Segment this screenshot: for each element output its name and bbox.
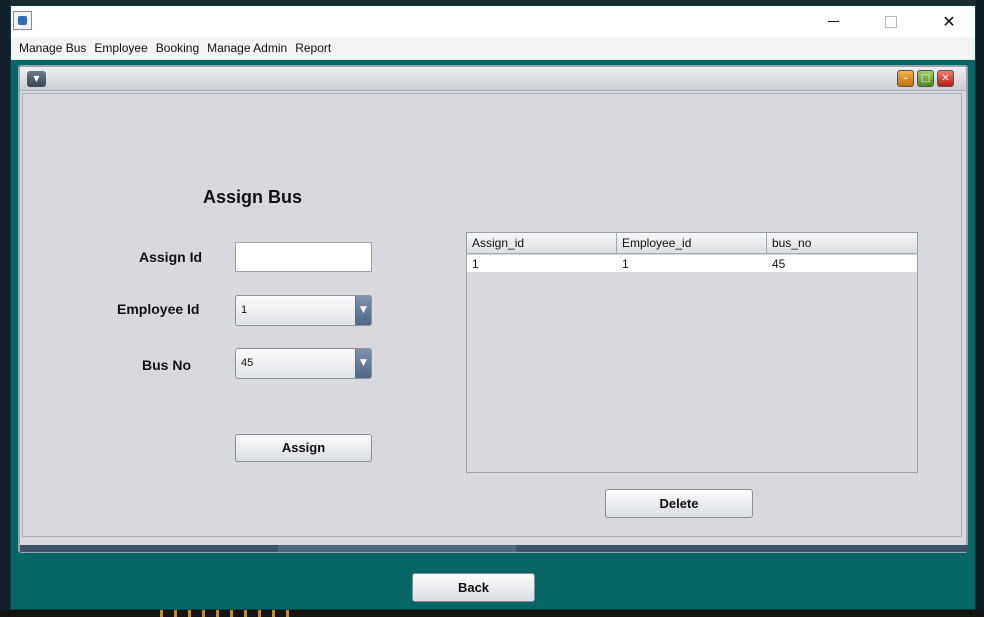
minimize-icon[interactable] bbox=[804, 6, 862, 37]
maximize-icon[interactable] bbox=[862, 6, 920, 37]
column-header-bus-no[interactable]: bus_no bbox=[767, 233, 917, 254]
chevron-down-icon[interactable]: ▼ bbox=[355, 349, 371, 378]
table-cell: 1 bbox=[622, 257, 629, 271]
assign-id-field[interactable] bbox=[235, 242, 372, 272]
assign-bus-internal-frame: ▼ – □ ✕ Assign Bus Assign Id Employee Id… bbox=[18, 65, 968, 553]
desktop-background-left bbox=[0, 0, 10, 617]
table-row[interactable]: 1 1 45 bbox=[467, 255, 917, 272]
main-window: ✕ Manage Bus Employee Booking Manage Adm… bbox=[10, 5, 976, 610]
employee-id-select[interactable]: 1 ▼ bbox=[235, 295, 372, 326]
frame-minimize-icon[interactable]: – bbox=[897, 70, 914, 87]
column-header-employee-id[interactable]: Employee_id bbox=[617, 233, 767, 254]
internal-frame-title-bar[interactable]: ▼ – □ ✕ bbox=[20, 67, 966, 91]
internal-frame-content: Assign Bus Assign Id Employee Id 1 ▼ Bus… bbox=[22, 93, 962, 537]
table-cell: 45 bbox=[772, 257, 786, 271]
title-bar: ✕ bbox=[11, 6, 975, 37]
desktop-background-bottom bbox=[0, 610, 984, 617]
employee-id-label: Employee Id bbox=[117, 301, 200, 317]
delete-button[interactable]: Delete bbox=[605, 489, 753, 518]
menu-manage-admin[interactable]: Manage Admin bbox=[203, 41, 291, 55]
menu-bar: Manage Bus Employee Booking Manage Admin… bbox=[11, 37, 975, 60]
bus-no-selected: 45 bbox=[241, 357, 254, 369]
frame-close-icon[interactable]: ✕ bbox=[937, 70, 954, 87]
java-app-icon bbox=[13, 11, 32, 30]
system-menu-icon[interactable]: ▼ bbox=[27, 71, 46, 87]
desktop-background-right bbox=[976, 0, 984, 617]
assign-button[interactable]: Assign bbox=[235, 434, 372, 462]
close-icon[interactable]: ✕ bbox=[920, 6, 978, 37]
employee-id-selected: 1 bbox=[241, 304, 248, 316]
menu-booking[interactable]: Booking bbox=[152, 41, 203, 55]
column-header-assign-id[interactable]: Assign_id bbox=[467, 233, 617, 254]
menu-manage-bus[interactable]: Manage Bus bbox=[15, 41, 90, 55]
chevron-down-icon[interactable]: ▼ bbox=[355, 296, 371, 325]
menu-employee[interactable]: Employee bbox=[90, 41, 151, 55]
desktop-decoration bbox=[160, 610, 290, 617]
horizontal-scrollbar[interactable] bbox=[20, 545, 968, 552]
bus-no-select[interactable]: 45 ▼ bbox=[235, 348, 372, 379]
bus-no-label: Bus No bbox=[142, 357, 191, 373]
back-button[interactable]: Back bbox=[412, 573, 535, 602]
scrollbar-thumb[interactable] bbox=[278, 545, 516, 552]
table-cell: 1 bbox=[472, 257, 479, 271]
assign-id-label: Assign Id bbox=[139, 249, 203, 265]
table-header: Assign_id Employee_id bus_no bbox=[467, 233, 917, 254]
frame-maximize-icon[interactable]: □ bbox=[917, 70, 934, 87]
assignment-table: Assign_id Employee_id bus_no 1 1 45 bbox=[466, 232, 918, 473]
menu-report[interactable]: Report bbox=[291, 41, 335, 55]
page-title: Assign Bus bbox=[203, 187, 303, 207]
